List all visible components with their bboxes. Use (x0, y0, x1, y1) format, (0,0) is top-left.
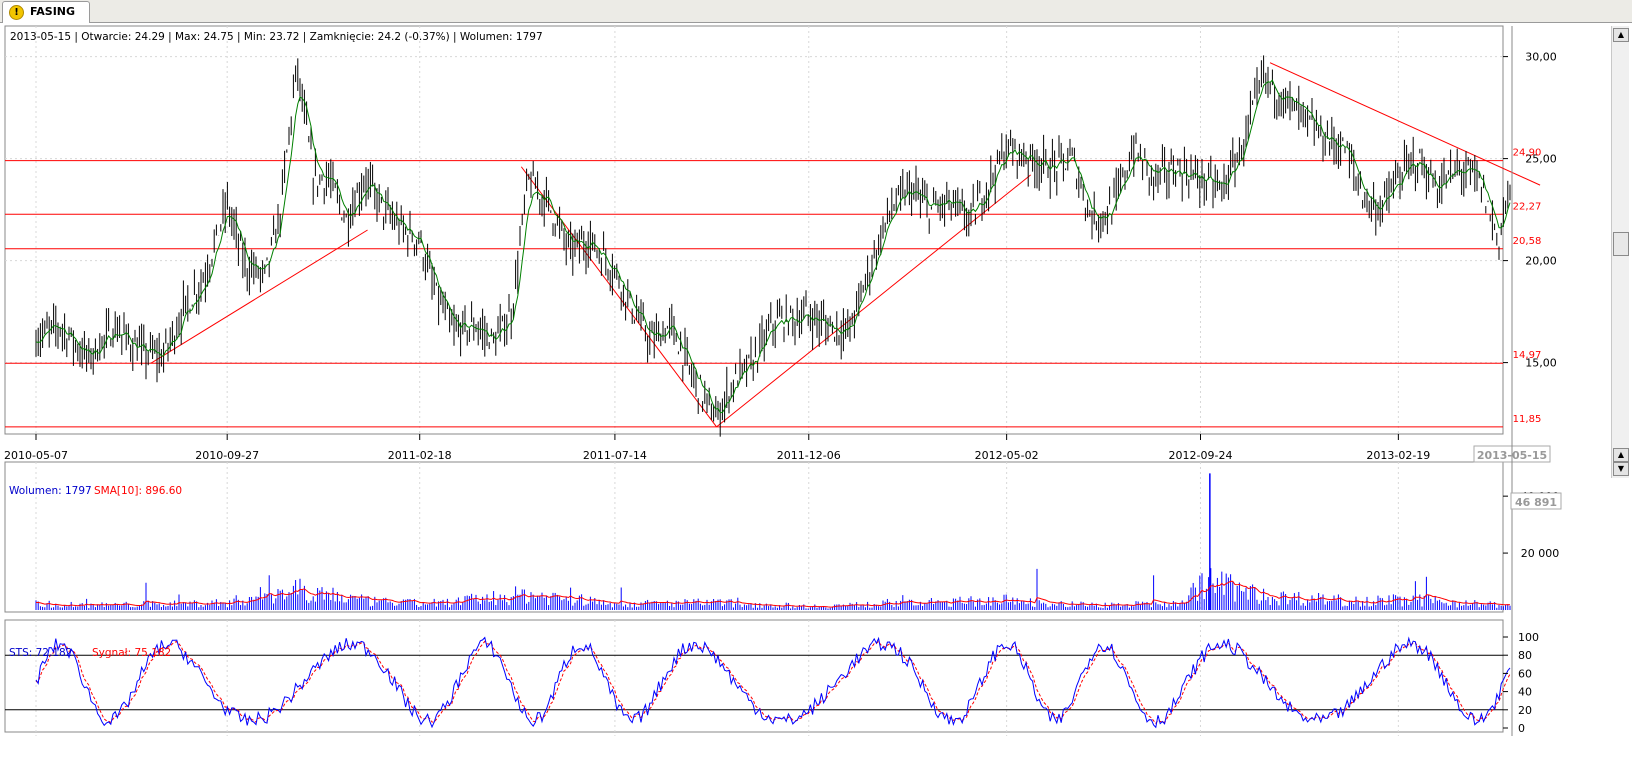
ohlc-info: 2013-05-15 | Otwarcie: 24.29 | Max: 24.7… (10, 31, 543, 43)
scroll-up-button[interactable]: ▲ (1613, 28, 1629, 42)
volume-tick-label-1: 20 000 (1521, 547, 1560, 560)
scroll-thumb[interactable] (1613, 232, 1629, 256)
signal-legend: Sygnał: 75.182 (92, 647, 171, 659)
price-panel (4, 25, 1504, 435)
sts-tick-label-0: 100 (1518, 631, 1539, 644)
level-label-0: 24,90 (1513, 148, 1542, 159)
price-tick-label-0: 30,00 (1525, 51, 1557, 64)
scroll-down-button[interactable]: ▼ (1613, 462, 1629, 476)
price-tick-label-2: 20,00 (1525, 255, 1557, 268)
sts-tick-label-4: 20 (1518, 704, 1532, 717)
sts-tick-label-1: 80 (1518, 649, 1532, 662)
x-tick-label-1: 2010-09-27 (195, 449, 259, 462)
volume-legend: Wolumen: 1797 (9, 485, 92, 497)
x-tick-label-5: 2012-05-02 (975, 449, 1039, 462)
level-label-1: 22,27 (1513, 201, 1542, 212)
volume-last-label: 46 891 (1515, 496, 1557, 509)
sts-tick-label-3: 40 (1518, 686, 1532, 699)
x-tick-label-2: 2011-02-18 (388, 449, 452, 462)
stock-chart[interactable]: 30,0025,0020,0015,00 24,9022,2720,5814,9… (0, 0, 1632, 767)
level-label-4: 11,85 (1513, 414, 1542, 425)
volume-panel (4, 461, 1504, 613)
level-label-3: 14,97 (1513, 350, 1542, 361)
sts-tick-label-2: 60 (1518, 667, 1532, 680)
x-tick-label-7: 2013-02-19 (1366, 449, 1430, 462)
volume-sma-legend: SMA[10]: 896.60 (94, 485, 182, 497)
price-scrollbar[interactable]: ▲ ▲ ▼ (1611, 26, 1629, 478)
sts-tick-label-5: 0 (1518, 722, 1525, 735)
x-tick-label-3: 2011-07-14 (583, 449, 647, 462)
scroll-up-button-2[interactable]: ▲ (1613, 448, 1629, 462)
x-tick-label-0: 2010-05-07 (4, 449, 68, 462)
level-label-2: 20,58 (1513, 236, 1542, 247)
sts-legend: STS: 72.182 (9, 647, 72, 659)
x-tick-label-4: 2011-12-06 (777, 449, 841, 462)
x-tick-label-6: 2012-09-24 (1169, 449, 1233, 462)
